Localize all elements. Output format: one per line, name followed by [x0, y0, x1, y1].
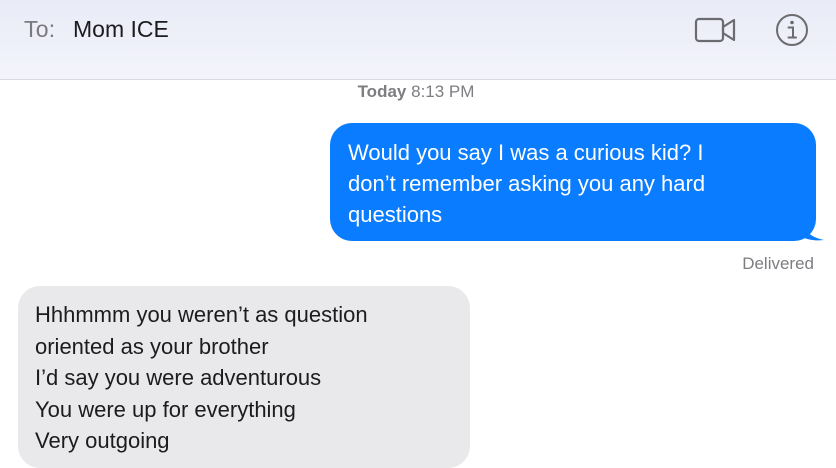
conversation-header: To: Mom ICE — [0, 0, 836, 80]
delivery-status: Delivered — [742, 254, 814, 273]
message-timestamp: Today 8:13 PM — [0, 82, 832, 102]
message-line: I’d say you were adventurous — [35, 365, 322, 391]
bubble-tail — [802, 219, 824, 241]
message-line: Would you say I was a curious kid? I — [348, 140, 704, 165]
message-line: Hhhmmm you weren’t as question — [35, 302, 368, 327]
sent-message-bubble[interactable]: Would you say I was a curious kid? I don… — [330, 123, 824, 241]
message-line: You were up for everything — [35, 396, 296, 422]
timestamp-day: Today — [357, 82, 407, 101]
info-button[interactable] — [774, 12, 810, 48]
timestamp-time: 8:13 PM — [411, 82, 475, 101]
message-line: oriented as your brother — [35, 333, 269, 359]
info-icon — [776, 14, 808, 46]
received-message-bubble[interactable]: Hhhmmm you weren’t as question oriented … — [18, 286, 470, 468]
video-camera-icon — [694, 17, 736, 43]
video-call-button[interactable] — [694, 14, 738, 46]
message-line: don’t remember asking you any hard — [348, 171, 706, 196]
to-label: To: — [24, 16, 56, 42]
message-line: questions — [348, 202, 443, 227]
recipient-name[interactable]: Mom ICE — [73, 16, 169, 43]
message-line: Very outgoing — [35, 428, 170, 454]
